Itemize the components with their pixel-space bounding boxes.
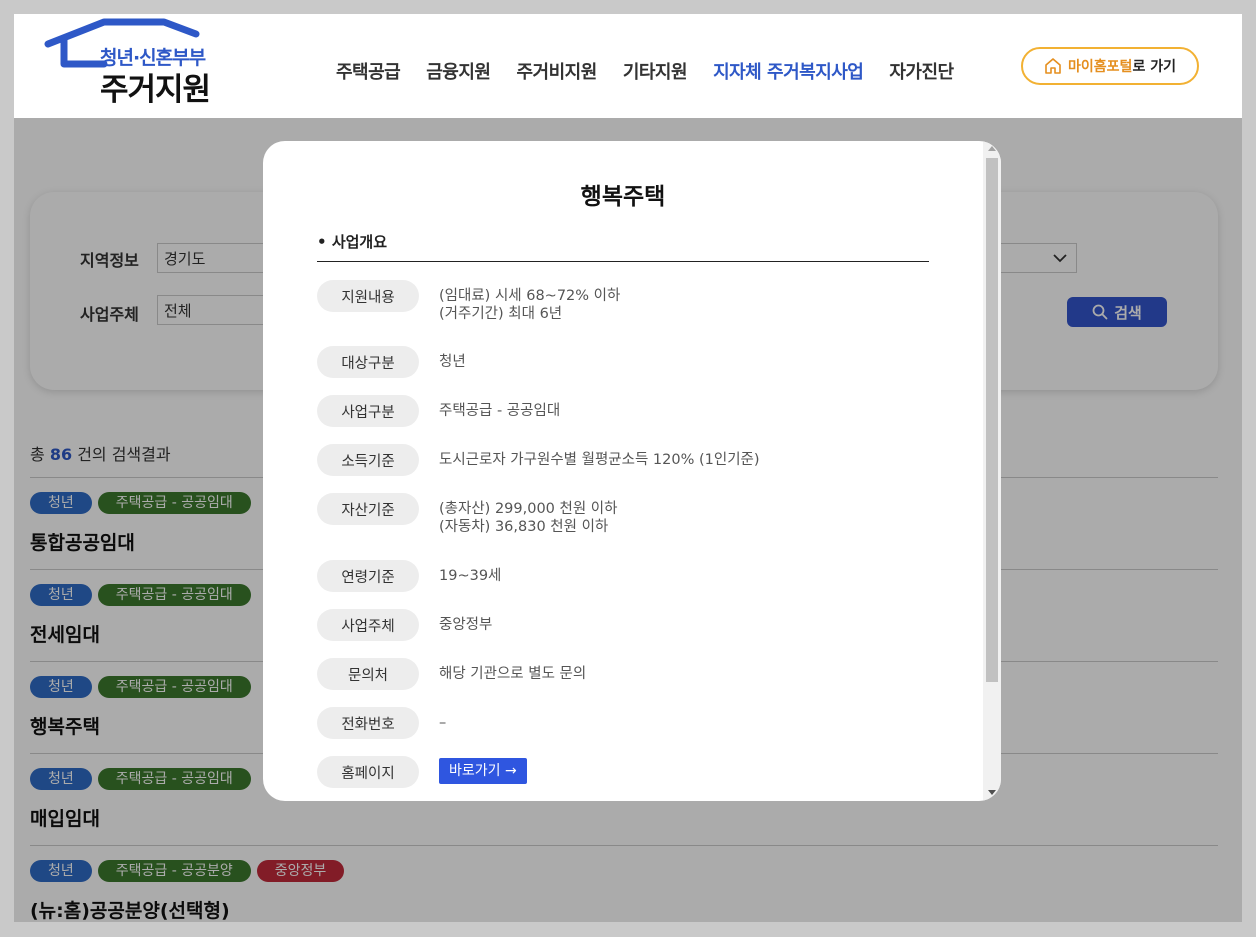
- modal-scrollbar[interactable]: [983, 141, 1001, 801]
- detail-modal: 행복주택 • 사업개요 지원내용 (임대료) 시세 68~72% 이하 (거주기…: [263, 141, 1001, 801]
- nav-housing-cost-support[interactable]: 주거비지원: [517, 58, 598, 84]
- home-icon: [1045, 58, 1061, 74]
- page: 청년·신혼부부 주거지원 주택공급 금융지원 주거비지원 기타지원 지자체 주거…: [14, 14, 1242, 922]
- section-rule: [317, 261, 929, 262]
- myhome-portal-button[interactable]: 마이홈포털로 가기: [1021, 47, 1199, 85]
- row-value: 주택공급 - 공공임대: [439, 403, 561, 419]
- row-label: 사업주체: [317, 609, 419, 641]
- row-label: 홈페이지: [317, 756, 419, 788]
- nav-local-welfare[interactable]: 지자체 주거복지사업: [713, 58, 864, 84]
- row-label: 문의처: [317, 658, 419, 690]
- row-value: 해당 기관으로 별도 문의: [439, 666, 587, 682]
- section-heading: • 사업개요: [317, 233, 388, 251]
- nav-other-support[interactable]: 기타지원: [623, 58, 688, 84]
- row-label: 지원내용: [317, 280, 419, 312]
- row-label: 전화번호: [317, 707, 419, 739]
- nav-financial-support[interactable]: 금융지원: [426, 58, 491, 84]
- row-label: 사업구분: [317, 395, 419, 427]
- row-value-line: (거주기간) 최대 6년: [439, 306, 563, 322]
- nav-housing-supply[interactable]: 주택공급: [336, 58, 401, 84]
- section-heading-text: 사업개요: [331, 233, 388, 251]
- portal-suffix: 로 가기: [1132, 59, 1176, 75]
- row-label: 소득기준: [317, 444, 419, 476]
- row-value-line: (임대료) 시세 68~72% 이하: [439, 288, 621, 304]
- row-value: –: [439, 715, 447, 731]
- row-value-line: (총자산) 299,000 천원 이하: [439, 501, 618, 517]
- row-value: 도시근로자 가구원수별 월평균소득 120% (1인기준): [439, 452, 760, 468]
- logo-title: 주거지원: [100, 72, 211, 108]
- homepage-link-button[interactable]: 바로가기 →: [439, 758, 527, 784]
- row-value: 중앙정부: [439, 617, 493, 633]
- row-label: 자산기준: [317, 493, 419, 525]
- row-value-line: (자동차) 36,830 천원 이하: [439, 519, 609, 535]
- scroll-down-arrow-icon[interactable]: [988, 790, 996, 795]
- scroll-up-arrow-icon[interactable]: [988, 146, 996, 151]
- main-nav: 주택공급 금융지원 주거비지원 기타지원 지자체 주거복지사업 자가진단: [336, 58, 954, 84]
- row-value: (임대료) 시세 68~72% 이하 (거주기간) 최대 6년: [439, 287, 620, 323]
- scrollbar-thumb[interactable]: [986, 158, 998, 682]
- portal-name: 마이홈포털: [1068, 59, 1133, 75]
- row-label: 연령기준: [317, 560, 419, 592]
- site-logo[interactable]: 청년·신혼부부 주거지원: [44, 16, 234, 108]
- row-value: (총자산) 299,000 천원 이하 (자동차) 36,830 천원 이하: [439, 500, 617, 536]
- row-label: 대상구분: [317, 346, 419, 378]
- nav-self-diagnosis[interactable]: 자가진단: [889, 58, 954, 84]
- modal-title: 행복주택: [580, 184, 666, 210]
- site-header: 청년·신혼부부 주거지원 주택공급 금융지원 주거비지원 기타지원 지자체 주거…: [14, 14, 1242, 118]
- row-value: 19~39세: [439, 568, 502, 584]
- row-value: 청년: [439, 354, 466, 370]
